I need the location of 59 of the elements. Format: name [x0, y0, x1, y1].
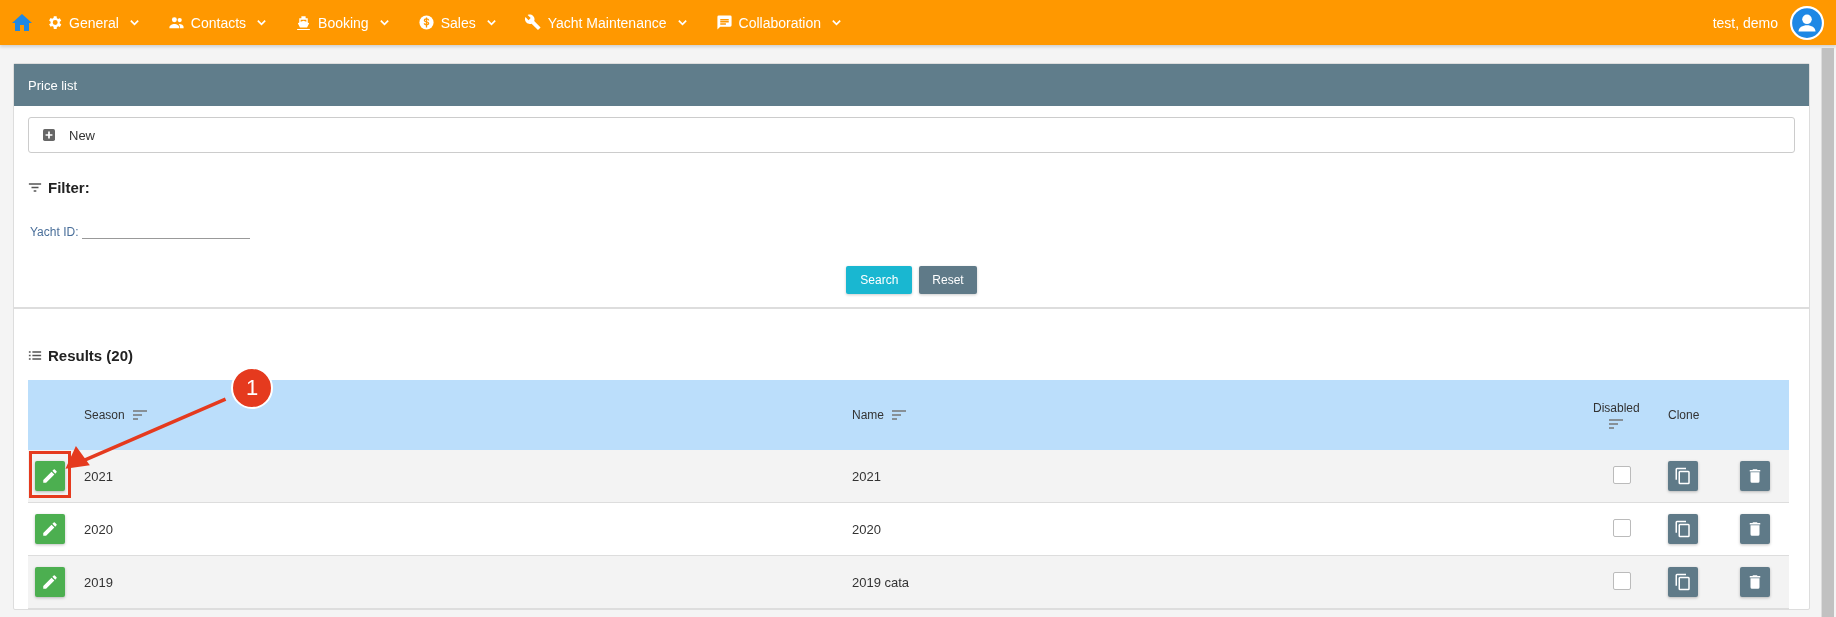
- people-icon: [167, 14, 185, 31]
- copy-icon: [1674, 467, 1692, 485]
- table-cell: 2020: [852, 521, 881, 537]
- ship-icon: [295, 14, 313, 31]
- field-label: Yacht ID:: [30, 225, 79, 239]
- results-heading: Results (20): [48, 347, 134, 364]
- pencil-icon: [41, 467, 59, 485]
- list-icon: [28, 350, 42, 361]
- chevron-down-icon: [378, 17, 390, 28]
- nav-menu-item[interactable]: Sales: [417, 14, 497, 31]
- user-name: test, demo: [1712, 14, 1778, 31]
- sort-icon[interactable]: [892, 410, 906, 420]
- chevron-down-icon: [676, 17, 688, 28]
- panel-title: Price list: [28, 77, 78, 93]
- user-avatar-icon[interactable]: [1790, 5, 1824, 40]
- clone-button[interactable]: [1668, 567, 1698, 597]
- scrollbar[interactable]: [1821, 48, 1834, 617]
- plus-icon: [43, 129, 55, 141]
- column-header: Season: [84, 408, 125, 422]
- gear-icon: [46, 14, 63, 31]
- edit-button[interactable]: [35, 461, 65, 491]
- wrench-icon: [524, 14, 542, 31]
- column-header: Clone: [1668, 408, 1700, 422]
- nav-menu-item[interactable]: Booking: [295, 14, 390, 31]
- chevron-down-icon: [128, 17, 140, 28]
- table-cell: 2021: [852, 468, 881, 484]
- filter-heading: Filter:: [48, 179, 90, 196]
- chat-icon: [715, 14, 733, 31]
- table-cell: 2021: [84, 468, 113, 484]
- new-button[interactable]: New: [28, 117, 1795, 153]
- chevron-down-icon: [256, 17, 268, 28]
- column-header: Disabled: [1593, 401, 1640, 415]
- delete-button[interactable]: [1740, 514, 1770, 544]
- edit-button[interactable]: [35, 567, 65, 597]
- sort-icon[interactable]: [132, 410, 147, 420]
- table-cell: 2019 cata: [852, 574, 910, 590]
- copy-icon: [1674, 573, 1692, 591]
- edit-button[interactable]: [35, 514, 65, 544]
- column-header: Name: [852, 408, 884, 422]
- nav-menu-item[interactable]: Yacht Maintenance: [524, 14, 688, 31]
- delete-button[interactable]: [1740, 461, 1770, 491]
- pencil-icon: [41, 520, 59, 538]
- search-button[interactable]: Search: [846, 266, 913, 294]
- table-cell: 2020: [84, 521, 113, 537]
- delete-button[interactable]: [1740, 567, 1770, 597]
- reset-button[interactable]: Reset: [919, 266, 977, 294]
- clone-button[interactable]: [1668, 514, 1698, 544]
- chevron-down-icon: [831, 17, 842, 28]
- clone-button[interactable]: [1668, 461, 1698, 491]
- nav-menu-item[interactable]: Contacts: [167, 14, 268, 31]
- sort-icon[interactable]: [1609, 419, 1624, 429]
- filter-icon: [28, 182, 42, 193]
- pencil-icon: [41, 573, 59, 591]
- chevron-down-icon: [485, 17, 497, 28]
- dollar-coin-icon: [417, 14, 435, 31]
- copy-icon: [1674, 520, 1692, 538]
- nav-menu-item[interactable]: Collaboration: [715, 14, 842, 31]
- table-cell: 2019: [84, 574, 113, 590]
- nav-menu-item[interactable]: General: [46, 14, 140, 31]
